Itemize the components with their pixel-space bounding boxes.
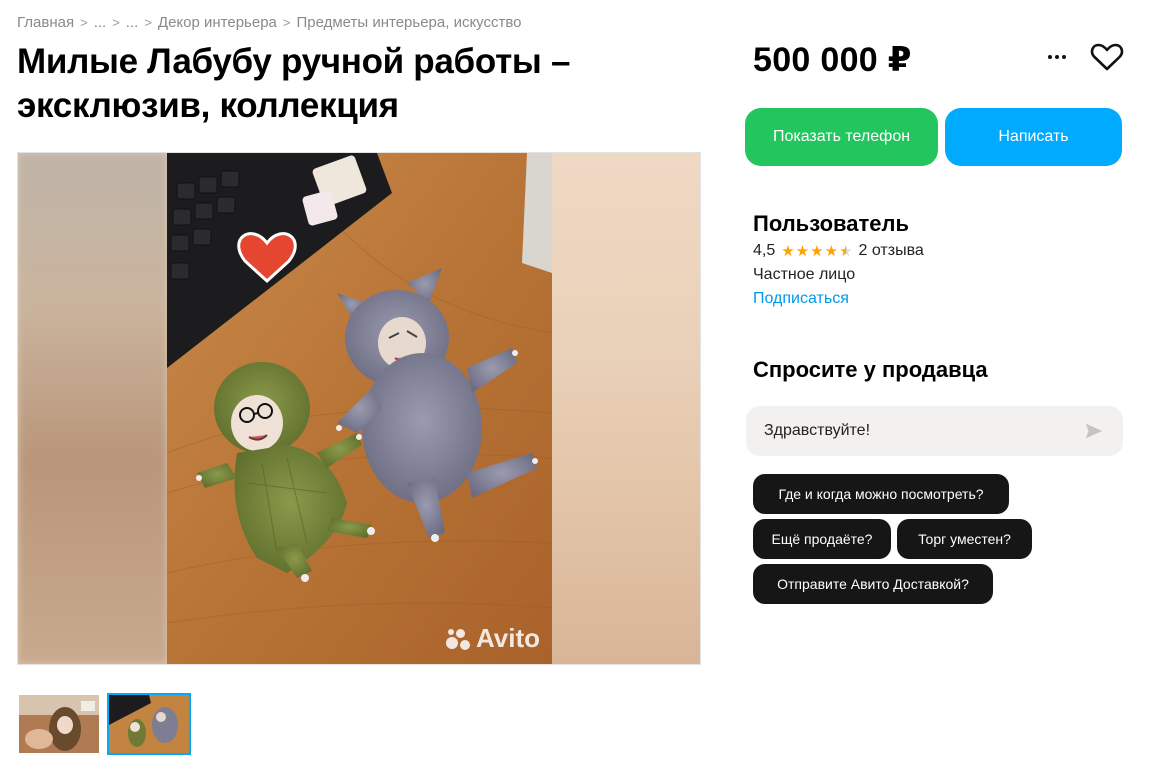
message-box	[746, 406, 1123, 456]
write-message-button[interactable]: Написать	[945, 108, 1122, 166]
heart-icon[interactable]	[1090, 42, 1124, 72]
price: 500 000 ₽	[753, 41, 912, 79]
quick-question-avito-delivery[interactable]: Отправите Авито Доставкой?	[753, 564, 993, 604]
main-photo[interactable]: Avito	[167, 153, 552, 664]
rating-value: 4,5	[753, 242, 776, 259]
breadcrumb-item-decor[interactable]: Декор интерьера	[158, 14, 277, 31]
thumbnail-strip	[17, 693, 191, 755]
star-icon: ★	[781, 243, 795, 260]
subscribe-link[interactable]: Подписаться	[753, 290, 849, 308]
send-icon[interactable]	[1083, 420, 1105, 442]
chevron-right-icon: >	[282, 15, 291, 30]
page-title: Милые Лабубу ручной работы – эксклюзив, …	[17, 42, 571, 125]
seller-type: Частное лицо	[753, 266, 856, 283]
show-phone-button[interactable]: Показать телефон	[745, 108, 938, 166]
thumbnail-1[interactable]	[17, 693, 101, 755]
reviews-link[interactable]: 2 отзыва	[859, 242, 924, 260]
chevron-right-icon: >	[80, 15, 88, 30]
avito-watermark: Avito	[444, 623, 540, 654]
star-icon: ★	[824, 243, 839, 260]
chevron-right-icon: >	[112, 15, 120, 30]
star-icon: ★	[810, 243, 824, 260]
half-star-icon: ★	[839, 243, 853, 260]
seller-name[interactable]: Пользователь	[753, 211, 909, 237]
avito-logo-icon	[444, 627, 472, 651]
thumbnail-2[interactable]	[107, 693, 191, 755]
gallery-blur-right	[550, 153, 700, 664]
photo-gallery[interactable]: Avito	[17, 152, 701, 665]
quick-question-bargain[interactable]: Торг уместен?	[897, 519, 1032, 559]
ask-seller-title: Спросите у продавца	[753, 357, 988, 382]
star-icon: ★	[795, 243, 810, 260]
gallery-blur-left	[18, 153, 167, 664]
breadcrumb: Главная > ... > ... > Декор интерьера > …	[17, 14, 522, 31]
seller-rating: 4,5 ★ ★ ★ ★ ★ 2 отзыва	[753, 242, 924, 260]
breadcrumb-item-collapsed-1[interactable]: ...	[94, 14, 107, 31]
chevron-right-icon: >	[144, 15, 152, 30]
breadcrumb-home[interactable]: Главная	[17, 14, 74, 31]
rating-stars: ★ ★ ★ ★ ★	[781, 242, 852, 260]
breadcrumb-item-collapsed-2[interactable]: ...	[126, 14, 139, 31]
quick-question-where-when[interactable]: Где и когда можно посмотреть?	[753, 474, 1009, 514]
more-dots-icon[interactable]	[1044, 44, 1070, 70]
quick-question-still-selling[interactable]: Ещё продаёте?	[753, 519, 891, 559]
message-input[interactable]	[764, 422, 1083, 440]
breadcrumb-item-interior[interactable]: Предметы интерьера, искусство	[296, 14, 521, 31]
